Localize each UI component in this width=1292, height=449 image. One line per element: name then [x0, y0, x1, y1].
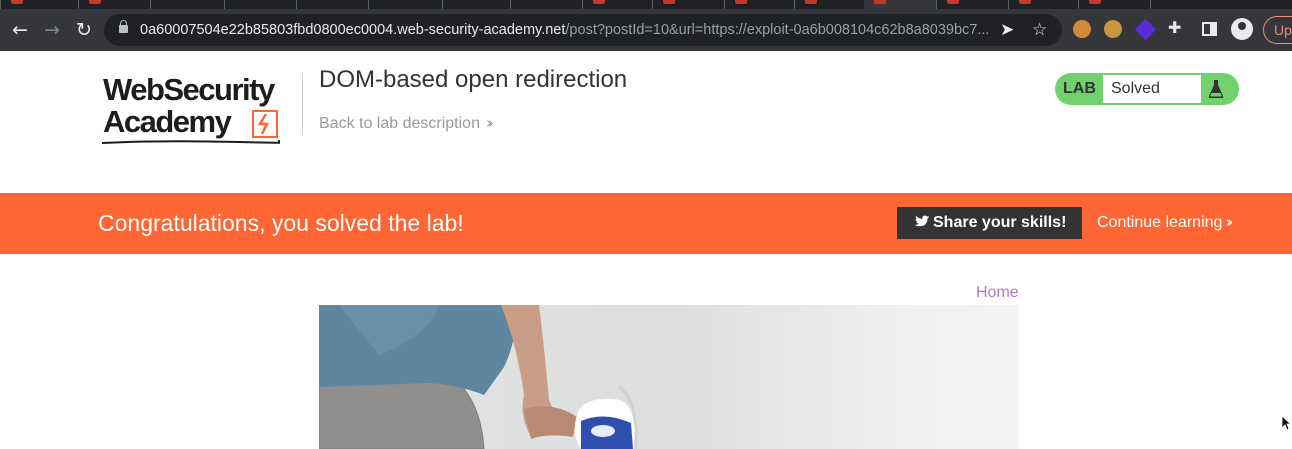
browser-tab[interactable]: [368, 0, 442, 9]
browser-tab[interactable]: [296, 0, 368, 9]
continue-learning-label: Continue learning: [1097, 214, 1223, 231]
back-to-lab-link[interactable]: Back to lab description ››: [319, 114, 494, 133]
tab-strip: [0, 0, 1292, 9]
browser-tab[interactable]: [582, 0, 652, 9]
address-bar[interactable]: 0a60007504e22b85803fbd0800ec0004.web-sec…: [104, 14, 1062, 46]
header-divider: [302, 73, 303, 135]
browser-tab[interactable]: [1150, 0, 1292, 9]
browser-tab[interactable]: [936, 0, 1008, 9]
tab-favicon-icon: [89, 0, 101, 4]
url-text[interactable]: 0a60007504e22b85803fbd0800ec0004.web-sec…: [140, 22, 989, 38]
tab-favicon-icon: [663, 0, 675, 4]
puzzle-icon[interactable]: ✚: [1168, 18, 1186, 37]
browser-tab[interactable]: [1008, 0, 1078, 9]
browser-tab[interactable]: [442, 0, 510, 9]
blog-post-image: [319, 305, 1019, 449]
reload-icon[interactable]: ↻: [72, 18, 96, 42]
logo-line-1: WebSecurity: [103, 72, 275, 107]
logo-underline-icon: [101, 140, 280, 144]
side-panel-icon[interactable]: [1202, 22, 1217, 36]
lab-tag: LAB: [1063, 80, 1096, 97]
logo-bolt-icon: [252, 110, 278, 138]
browser-tab[interactable]: [224, 0, 296, 9]
tab-favicon-icon: [11, 0, 23, 4]
browser-tab[interactable]: [78, 0, 150, 9]
cookie-icon[interactable]: [1104, 20, 1122, 38]
continue-learning-link[interactable]: Continue learning ››: [1097, 213, 1233, 232]
lab-status-value: Solved: [1103, 75, 1201, 103]
logo-line-2: Academy: [103, 104, 232, 139]
update-button[interactable]: Upd: [1263, 16, 1292, 44]
mouse-cursor-icon: [1281, 415, 1291, 431]
twitter-icon: [914, 215, 930, 227]
url-host: 0a60007504e22b85803fbd0800ec0004.web-sec…: [140, 22, 566, 38]
tab-favicon-icon: [593, 0, 605, 4]
tab-favicon-icon: [1019, 0, 1031, 4]
tab-favicon-icon: [947, 0, 959, 4]
diamond-icon[interactable]: [1134, 18, 1157, 41]
send-icon[interactable]: ➤: [1000, 20, 1014, 40]
lab-solved-banner: Congratulations, you solved the lab! Sha…: [0, 193, 1292, 254]
star-icon[interactable]: ☆: [1032, 20, 1047, 40]
tab-favicon-icon: [1089, 0, 1101, 4]
browser-tab[interactable]: [1078, 0, 1150, 9]
browser-toolbar: ← → ↻ 0a60007504e22b85803fbd0800ec0004.w…: [0, 9, 1292, 51]
tab-favicon-icon: [874, 0, 886, 4]
back-icon[interactable]: ←: [8, 18, 32, 42]
browser-tab[interactable]: [724, 0, 794, 9]
url-path: /post?postId=10&url=https://exploit-0a6b…: [565, 22, 990, 38]
blog-photo-illustration: [319, 305, 638, 449]
profile-icon[interactable]: [1231, 18, 1253, 40]
browser-tab-active[interactable]: [864, 0, 936, 9]
double-chevron-right-icon: ››: [1225, 213, 1233, 231]
tab-favicon-icon: [735, 0, 747, 4]
lock-icon[interactable]: [119, 20, 128, 33]
cookie-icon[interactable]: [1073, 20, 1091, 38]
home-link[interactable]: Home: [976, 284, 1019, 302]
browser-tab[interactable]: [0, 0, 78, 9]
browser-tab[interactable]: [150, 0, 224, 9]
double-chevron-right-icon: ››: [485, 114, 494, 132]
flask-icon: [1208, 80, 1224, 98]
browser-tab[interactable]: [510, 0, 582, 9]
browser-tab[interactable]: [794, 0, 864, 9]
browser-tab[interactable]: [652, 0, 724, 9]
lab-title: DOM-based open redirection: [319, 66, 628, 93]
back-to-lab-label: Back to lab description: [319, 115, 480, 132]
tab-favicon-icon: [805, 0, 817, 4]
web-security-academy-logo[interactable]: WebSecurity Academy: [100, 70, 300, 144]
solved-message: Congratulations, you solved the lab!: [98, 210, 464, 236]
forward-icon[interactable]: →: [40, 18, 64, 42]
